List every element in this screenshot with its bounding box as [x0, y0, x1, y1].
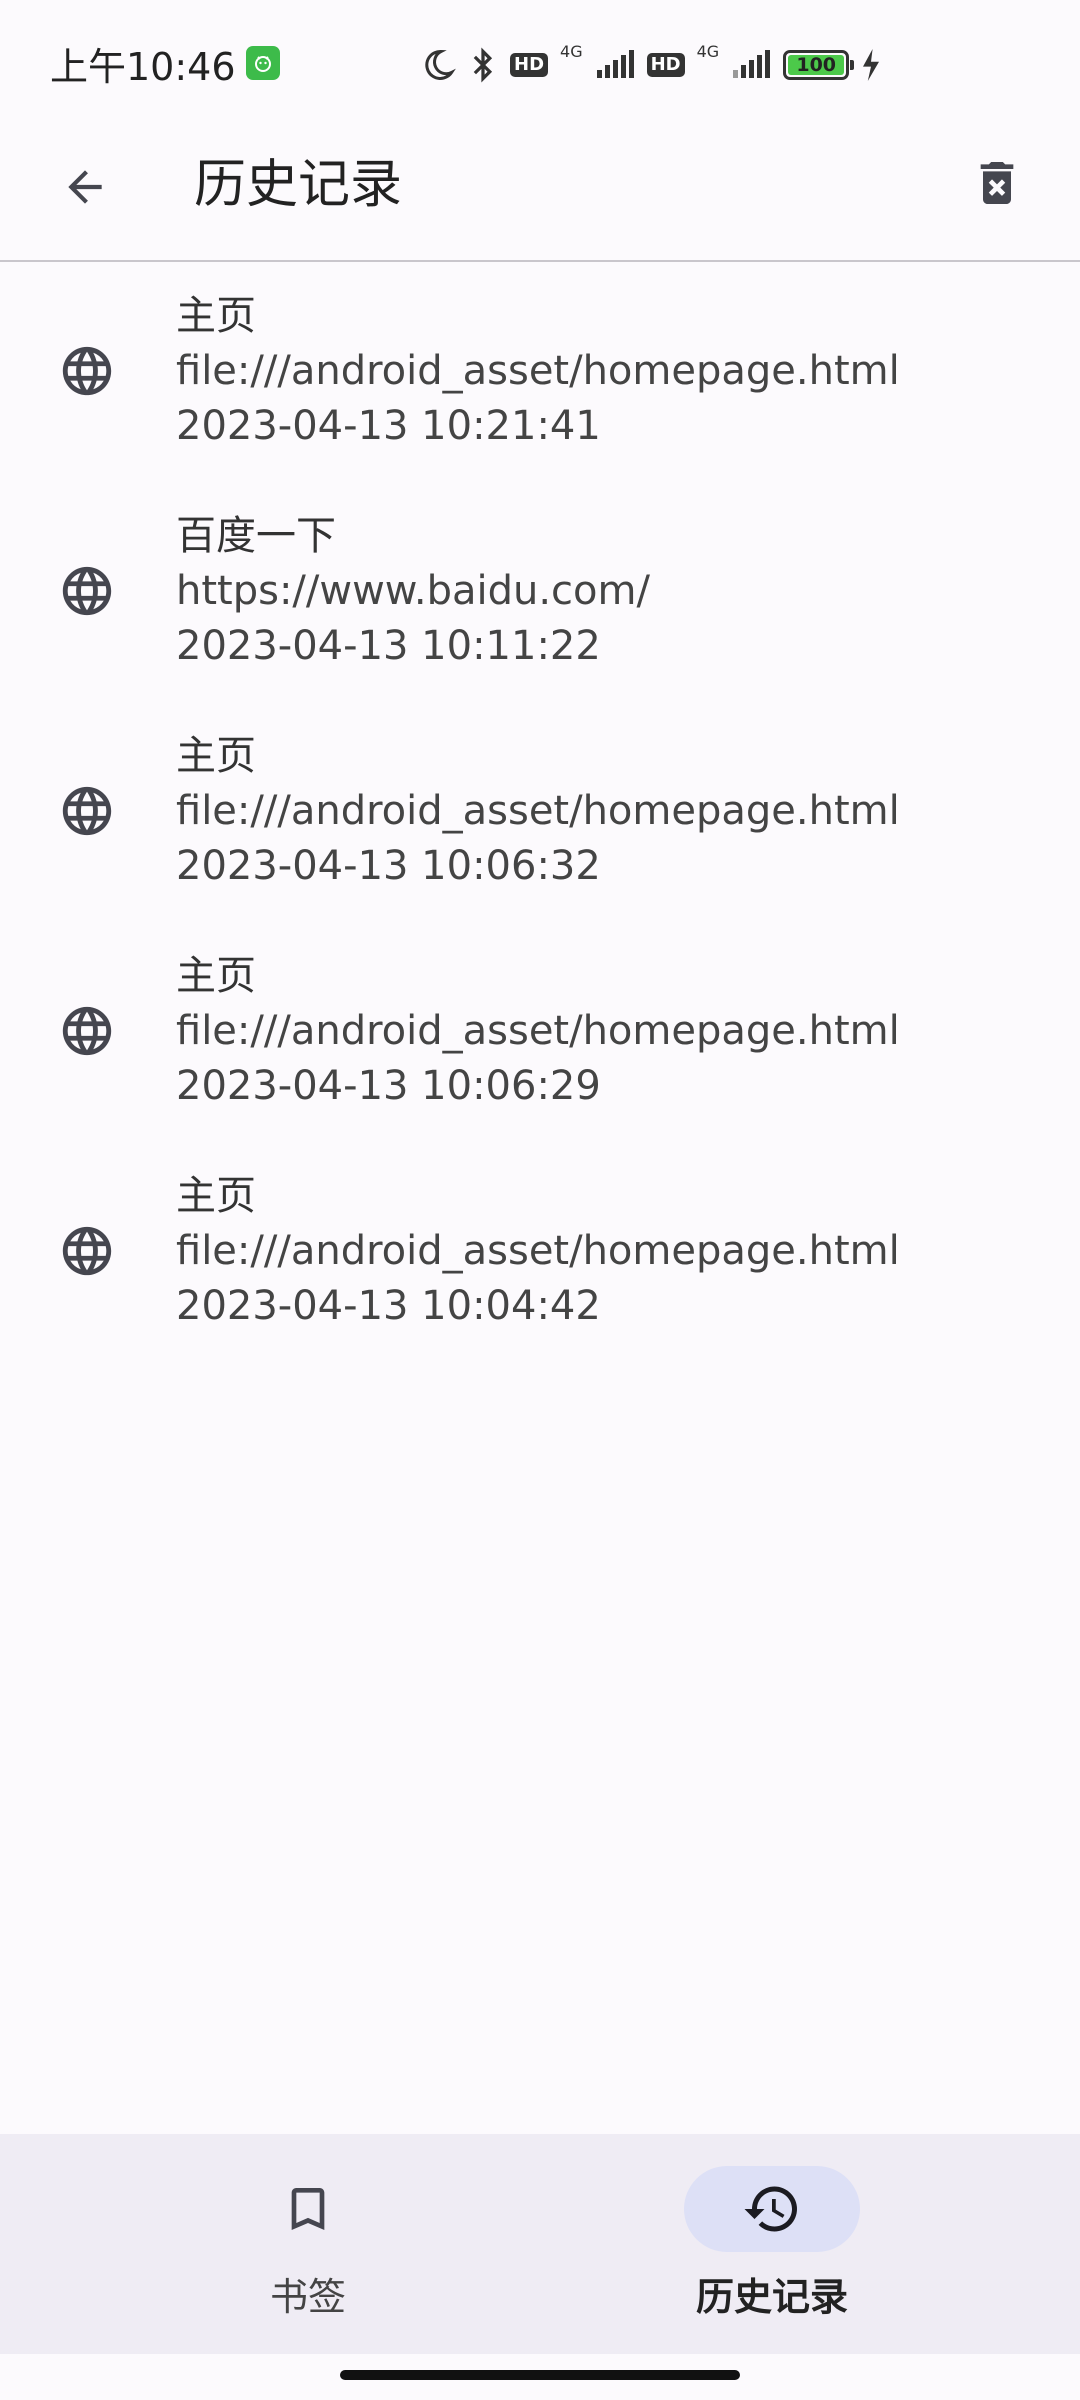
- history-item-time: 2023-04-13 10:06:32: [176, 843, 601, 889]
- arrow-back-icon: [68, 170, 102, 204]
- globe-icon: [62, 786, 112, 836]
- app-bar: 历史记录: [0, 126, 1080, 262]
- globe-icon: [62, 346, 112, 396]
- history-item-title: 主页: [176, 1173, 256, 1219]
- history-item-text: 主页 file:///android_asset/homepage.html 2…: [176, 1169, 1050, 1334]
- charging-bolt-icon: [863, 49, 880, 81]
- history-item-title: 百度一下: [176, 513, 336, 559]
- nav-tab-history[interactable]: 历史记录: [622, 2166, 922, 2336]
- delete-forever-icon: [980, 162, 1014, 204]
- status-time-group: 上午10:46: [50, 36, 280, 91]
- history-item-time: 2023-04-13 10:04:42: [176, 1283, 601, 1329]
- nav-tab-bookmarks[interactable]: 书签: [158, 2166, 458, 2336]
- bottom-navigation: 书签 历史记录: [0, 2134, 1080, 2354]
- hd-badge: HD: [510, 53, 549, 77]
- hd-badge-2: HD: [646, 53, 685, 77]
- globe-icon: [62, 566, 112, 616]
- history-item-url: file:///android_asset/homepage.html: [176, 348, 900, 394]
- clear-history-button[interactable]: [960, 146, 1034, 220]
- history-item-text: 主页 file:///android_asset/homepage.html 2…: [176, 729, 1050, 894]
- history-item[interactable]: 主页 file:///android_asset/homepage.html 2…: [0, 704, 1080, 924]
- back-button[interactable]: [50, 152, 120, 222]
- history-item-text: 主页 file:///android_asset/homepage.html 2…: [176, 949, 1050, 1114]
- battery-level: 100: [788, 54, 845, 76]
- status-bar: 上午10:46 HD 4G HD 4G 100: [0, 0, 1080, 126]
- history-item-title: 主页: [176, 953, 256, 999]
- history-icon: [744, 2186, 797, 2232]
- history-item[interactable]: 主页 file:///android_asset/homepage.html 2…: [0, 264, 1080, 484]
- globe-icon: [62, 1006, 112, 1056]
- bluetooth-icon: [473, 47, 493, 83]
- history-item-url: file:///android_asset/homepage.html: [176, 788, 900, 834]
- history-item[interactable]: 主页 file:///android_asset/homepage.html 2…: [0, 924, 1080, 1144]
- history-item[interactable]: 主页 file:///android_asset/homepage.html 2…: [0, 1144, 1080, 1364]
- nav-label-bookmarks: 书签: [269, 2275, 346, 2319]
- signal-icon: [596, 50, 634, 78]
- nav-icon-container: [220, 2166, 396, 2252]
- network-type-2: 4G: [696, 42, 720, 61]
- history-item-url: https://www.baidu.com/: [176, 568, 650, 614]
- history-item-title: 主页: [176, 733, 256, 779]
- signal-icon-2: [733, 50, 771, 78]
- globe-icon: [62, 1226, 112, 1276]
- history-item-text: 百度一下 https://www.baidu.com/ 2023-04-13 1…: [176, 509, 1050, 674]
- history-item-time: 2023-04-13 10:06:29: [176, 1063, 601, 1109]
- do-not-disturb-moon-icon: [425, 49, 456, 80]
- nav-active-indicator: [684, 2166, 860, 2252]
- gesture-navigation-bar[interactable]: [340, 2370, 740, 2380]
- history-list: 主页 file:///android_asset/homepage.html 2…: [0, 264, 1080, 1364]
- status-icons: HD 4G HD 4G 100: [420, 40, 881, 90]
- bookmark-icon: [291, 2188, 325, 2230]
- history-item[interactable]: 百度一下 https://www.baidu.com/ 2023-04-13 1…: [0, 484, 1080, 704]
- history-item-title: 主页: [176, 293, 256, 339]
- app-notification-icon: [245, 46, 280, 80]
- history-item-url: file:///android_asset/homepage.html: [176, 1228, 900, 1274]
- page-title: 历史记录: [194, 155, 403, 215]
- nav-label-history: 历史记录: [695, 2275, 848, 2319]
- history-item-url: file:///android_asset/homepage.html: [176, 1008, 900, 1054]
- status-time: 上午10:46: [50, 44, 236, 89]
- history-item-time: 2023-04-13 10:21:41: [176, 403, 601, 449]
- battery-indicator: 100: [783, 50, 855, 80]
- history-item-time: 2023-04-13 10:11:22: [176, 623, 601, 669]
- network-type: 4G: [560, 42, 583, 61]
- history-item-text: 主页 file:///android_asset/homepage.html 2…: [176, 289, 1050, 454]
